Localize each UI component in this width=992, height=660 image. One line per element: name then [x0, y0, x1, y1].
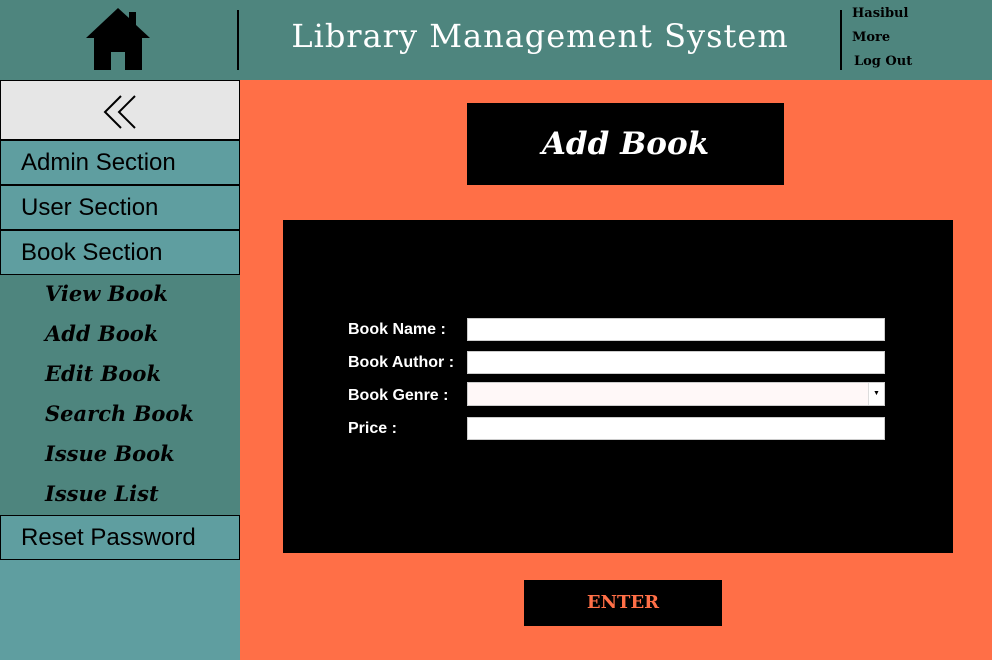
price-input[interactable]: [467, 417, 885, 440]
double-chevron-left-icon: [103, 95, 136, 129]
collapse-sidebar-button[interactable]: [0, 80, 240, 140]
app-title: Library Management System: [291, 17, 789, 55]
book-genre-label: Book Genre :: [348, 387, 449, 404]
sidebar-item-user-section[interactable]: User Section: [0, 185, 240, 230]
header-bar: Library Management System Hasibul More L…: [0, 0, 992, 80]
book-genre-select[interactable]: ▼: [467, 382, 885, 406]
header-divider: [840, 10, 842, 70]
submenu-item-search-book[interactable]: Search Book: [45, 401, 194, 426]
header-divider: [237, 10, 239, 70]
book-submenu: View Book Add Book Edit Book Search Book…: [0, 275, 240, 515]
user-menu: Hasibul More Log Out: [852, 4, 972, 76]
sidebar-item-admin-section[interactable]: Admin Section: [0, 140, 240, 185]
chevron-down-icon[interactable]: ▼: [868, 383, 884, 405]
book-author-input[interactable]: [467, 351, 885, 374]
book-name-input[interactable]: [467, 318, 885, 341]
submenu-item-issue-book[interactable]: Issue Book: [45, 441, 175, 466]
user-name-link[interactable]: Hasibul: [852, 4, 972, 28]
book-name-label: Book Name :: [348, 321, 446, 338]
page-title: Add Book: [467, 103, 784, 185]
logout-link[interactable]: Log Out: [852, 52, 972, 76]
home-icon[interactable]: [84, 6, 152, 72]
sidebar-item-book-section[interactable]: Book Section: [0, 230, 240, 275]
book-author-label: Book Author :: [348, 354, 455, 371]
submenu-item-add-book[interactable]: Add Book: [45, 321, 158, 346]
submenu-item-issue-list[interactable]: Issue List: [45, 481, 159, 506]
sidebar: Admin Section User Section Book Section …: [0, 80, 240, 660]
more-link[interactable]: More: [852, 28, 972, 52]
submenu-item-view-book[interactable]: View Book: [45, 281, 168, 306]
submenu-item-edit-book[interactable]: Edit Book: [45, 361, 161, 386]
price-label: Price :: [348, 420, 397, 437]
sidebar-item-reset-password[interactable]: Reset Password: [0, 515, 240, 560]
enter-button[interactable]: ENTER: [524, 580, 722, 626]
add-book-form: Book Name : Book Author : Book Genre : ▼…: [283, 220, 953, 553]
